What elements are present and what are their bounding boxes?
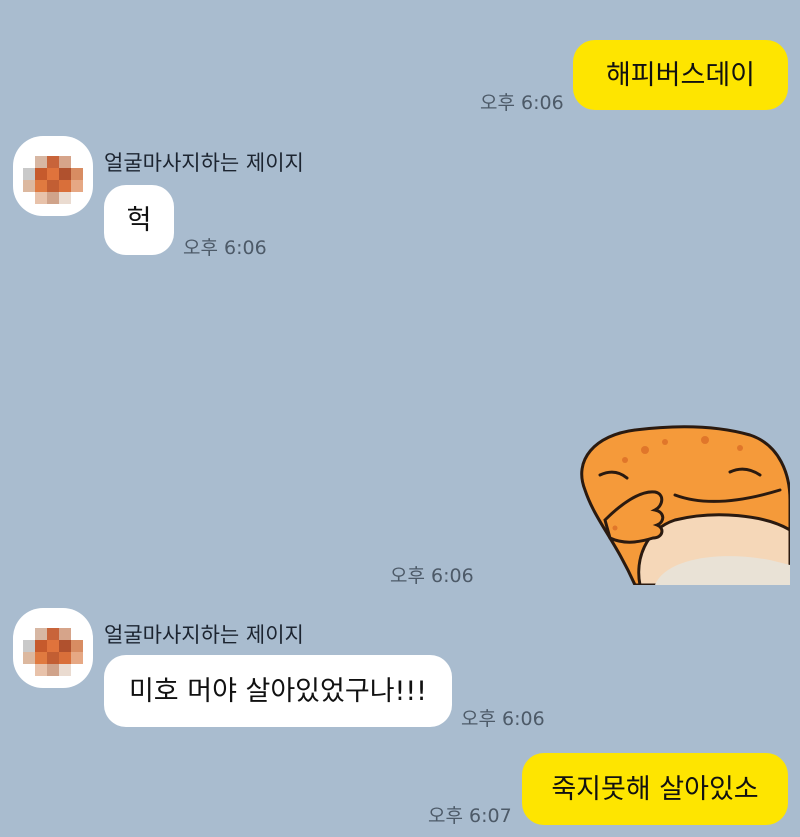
- message-text: 미호 머야 살아있었구나!!!: [128, 675, 428, 707]
- my-message-bubble[interactable]: 죽지못해 살아있소: [522, 753, 788, 825]
- message-timestamp: 오후 6:06: [390, 565, 474, 587]
- avatar[interactable]: [13, 136, 93, 216]
- gecko-sticker-icon: [580, 425, 792, 587]
- message-timestamp: 오후 6:07: [428, 805, 512, 827]
- message-text: 죽지못해 살아있소: [551, 773, 759, 805]
- received-message-bubble[interactable]: 헉: [104, 185, 174, 255]
- message-timestamp: 오후 6:06: [183, 237, 267, 259]
- orange-gecko-sticker[interactable]: [565, 420, 792, 587]
- sender-name: 얼굴마사지하는 제이지: [104, 151, 304, 175]
- sender-name: 얼굴마사지하는 제이지: [104, 623, 304, 647]
- message-text: 해피버스데이: [605, 59, 756, 91]
- my-message-bubble[interactable]: 해피버스데이: [573, 40, 788, 110]
- message-timestamp: 오후 6:06: [480, 92, 564, 114]
- received-message-bubble[interactable]: 미호 머야 살아있었구나!!!: [104, 655, 452, 727]
- avatar[interactable]: [13, 608, 93, 688]
- message-text: 헉: [126, 204, 152, 236]
- message-timestamp: 오후 6:06: [461, 708, 545, 730]
